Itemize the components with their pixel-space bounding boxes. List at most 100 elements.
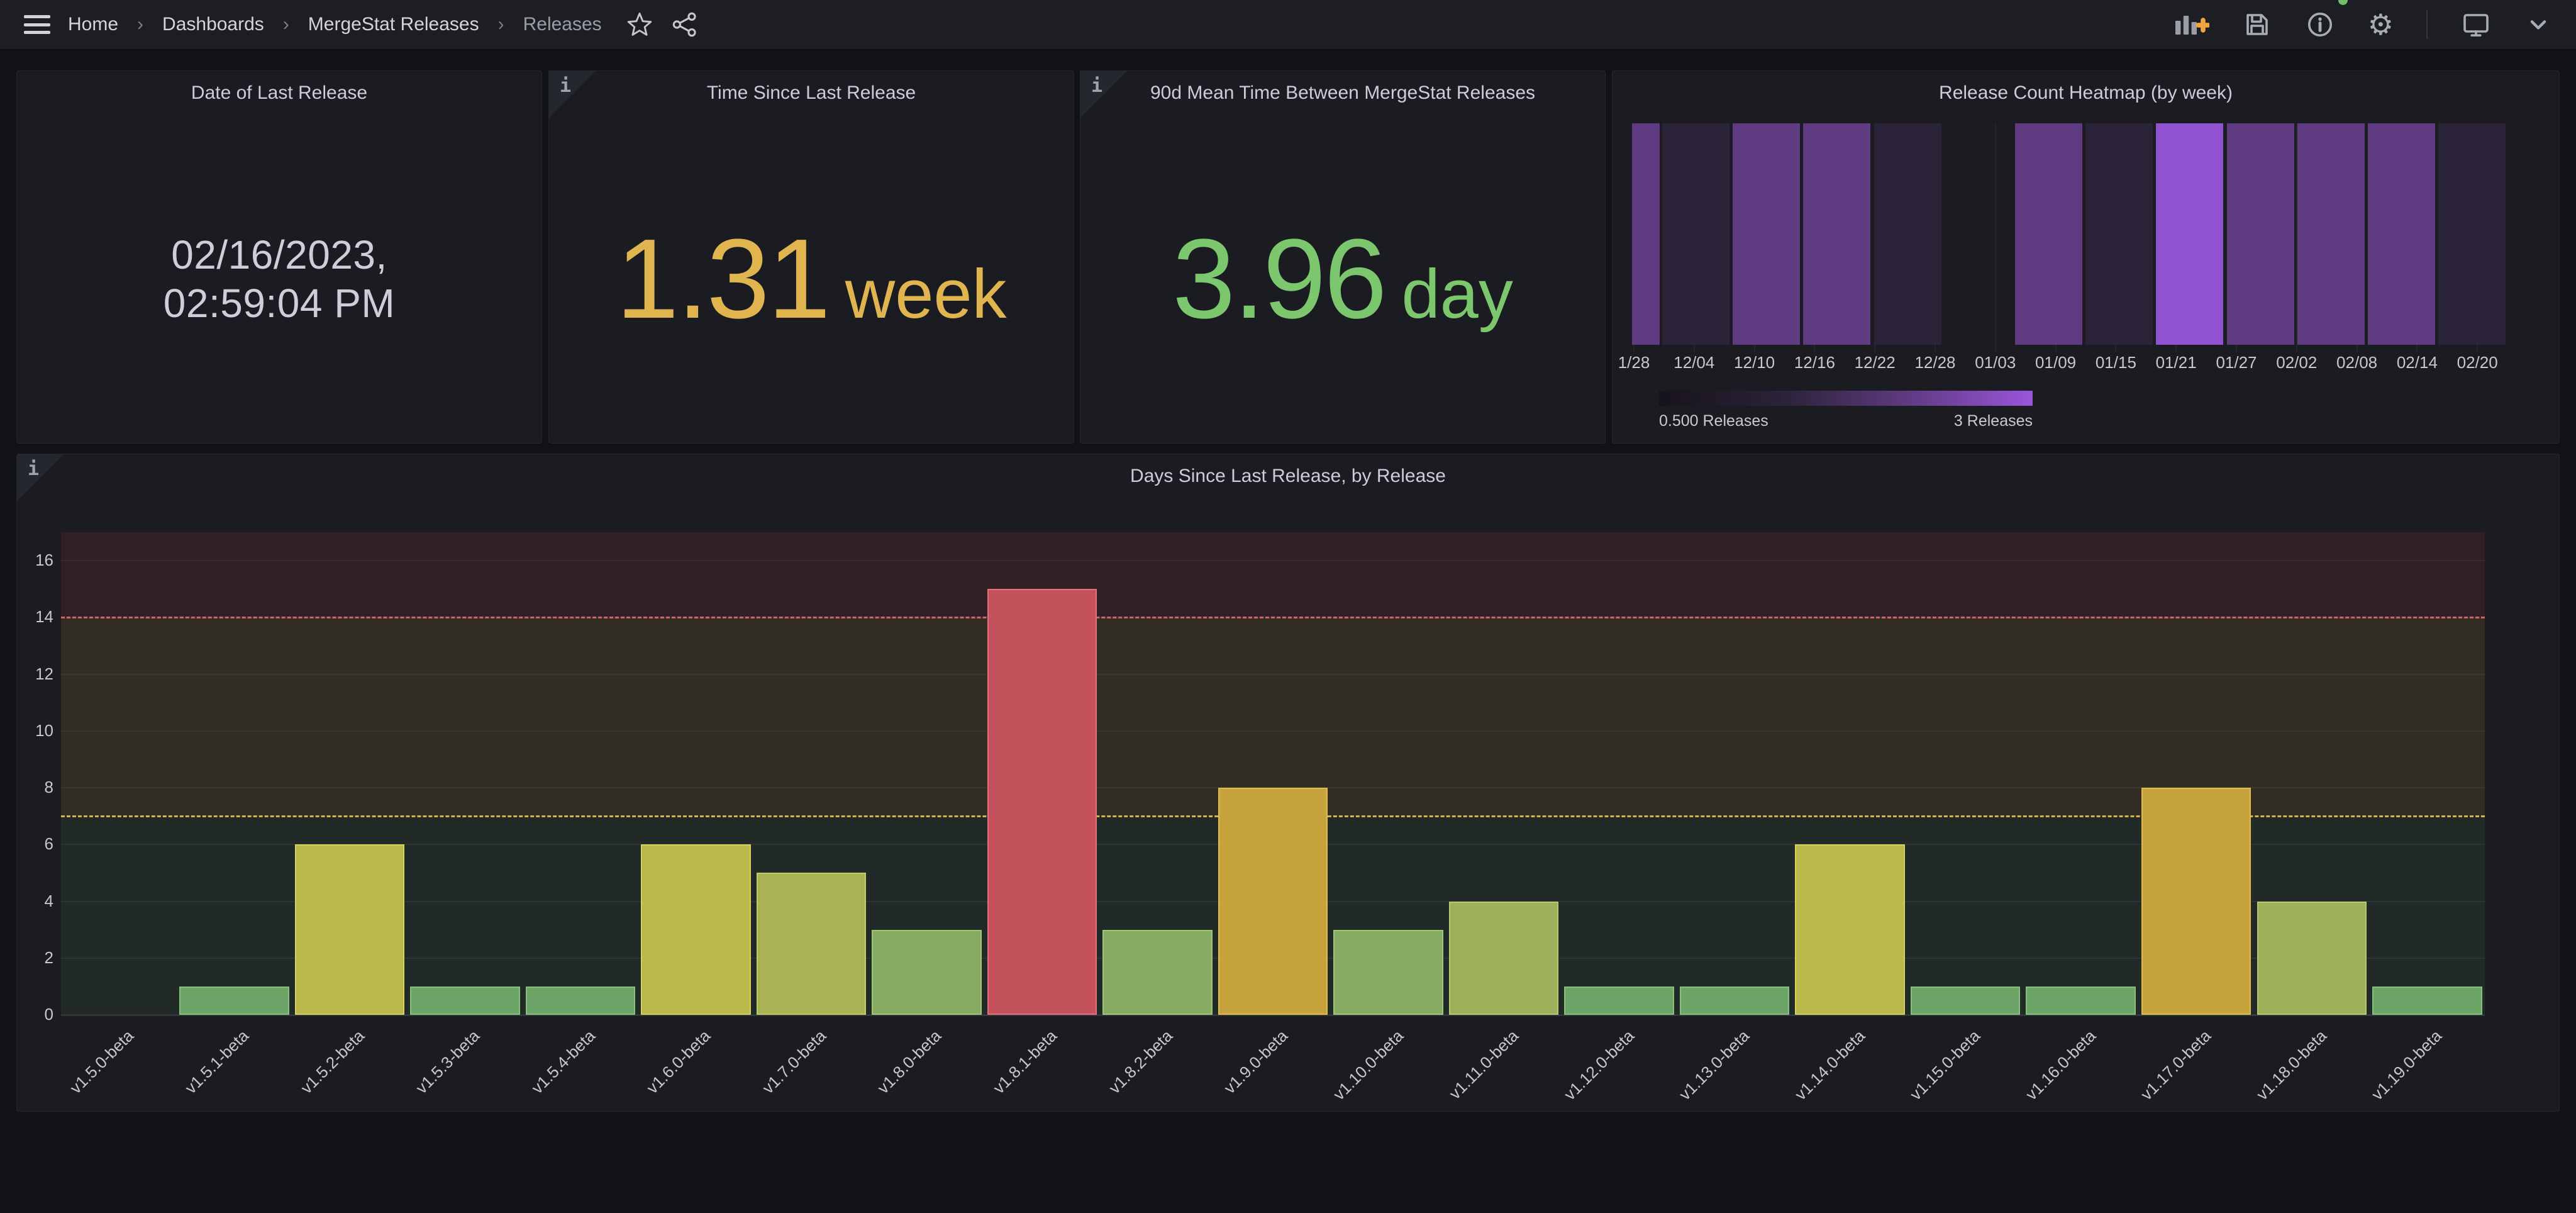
y-gridline — [61, 730, 2485, 732]
x-axis-category-label: v1.17.0-beta — [2099, 1026, 2216, 1112]
panel-release-count-heatmap: Release Count Heatmap (by week) 1/2812/0… — [1612, 70, 2560, 444]
bar[interactable] — [2372, 987, 2482, 1015]
y-axis-tick-label: 0 — [19, 1005, 53, 1024]
bar[interactable] — [987, 589, 1097, 1015]
bar[interactable] — [179, 987, 289, 1015]
x-axis-category-label: v1.5.2-beta — [252, 1026, 369, 1112]
heatmap-cell[interactable] — [2227, 123, 2294, 345]
heatmap-cell[interactable] — [1874, 123, 1941, 345]
y-gridline — [61, 674, 2485, 675]
toolbar-divider — [2426, 10, 2428, 39]
x-axis-baseline — [61, 1015, 2485, 1016]
x-axis-category-label: v1.5.1-beta — [137, 1026, 253, 1112]
y-axis-tick-label: 4 — [19, 892, 53, 911]
breadcrumb-home[interactable]: Home — [68, 14, 118, 35]
cycle-view-icon[interactable] — [2460, 9, 2492, 40]
breadcrumb-current-releases: Releases — [523, 14, 602, 35]
threshold-band — [61, 617, 2485, 816]
bar[interactable] — [410, 987, 520, 1015]
bar[interactable] — [1333, 930, 1443, 1015]
bar[interactable] — [1795, 844, 1905, 1015]
x-axis-category-label: v1.8.1-beta — [945, 1026, 1061, 1112]
bar[interactable] — [1218, 788, 1328, 1015]
threshold-line — [61, 617, 2485, 618]
bar[interactable] — [1449, 902, 1559, 1015]
heatmap-x-tick-label: 02/20 — [2433, 353, 2521, 372]
y-axis-tick-label: 2 — [19, 948, 53, 968]
bar[interactable] — [1564, 987, 1674, 1015]
breadcrumb-separator: › — [136, 14, 145, 35]
x-axis-category-label: v1.15.0-beta — [1868, 1026, 1984, 1112]
info-icon: i — [560, 75, 571, 97]
heatmap-cell[interactable] — [2015, 123, 2082, 345]
add-panel-icon[interactable] — [2174, 9, 2209, 40]
bar[interactable] — [2141, 788, 2251, 1015]
bar[interactable] — [757, 873, 867, 1015]
save-dashboard-icon[interactable] — [2242, 9, 2272, 40]
x-axis-category-label: v1.7.0-beta — [714, 1026, 830, 1112]
breadcrumb-separator: › — [282, 14, 291, 35]
heatmap-cell[interactable] — [1662, 123, 1729, 345]
favorite-star-icon[interactable] — [626, 11, 653, 38]
dashboard-settings-icon[interactable]: ⚙ — [2368, 10, 2394, 39]
panel-time-since-last-release: i Time Since Last Release 1.31week — [548, 70, 1074, 444]
y-axis-tick-label: 14 — [19, 607, 53, 627]
heatmap-cell[interactable] — [1733, 123, 1800, 345]
heatmap-legend-gradient — [1659, 391, 2033, 406]
panel-title[interactable]: Date of Last Release — [55, 82, 504, 104]
stat-date-value: 02/16/2023, 02:59:04 PM — [164, 231, 395, 328]
y-axis-tick-label: 10 — [19, 721, 53, 741]
heatmap-cell[interactable] — [1803, 123, 1870, 345]
stat-value: 3.96day — [1172, 214, 1513, 344]
heatmap-cell[interactable] — [2368, 123, 2435, 345]
bar[interactable] — [641, 844, 751, 1015]
panel-title[interactable]: Time Since Last Release — [587, 82, 1036, 104]
x-axis-category-label: v1.18.0-beta — [2214, 1026, 2331, 1112]
bar[interactable] — [2257, 902, 2367, 1015]
heatmap-cell[interactable] — [2085, 123, 2153, 345]
heatmap-cell[interactable] — [2438, 123, 2506, 345]
x-axis-category-label: v1.8.2-beta — [1060, 1026, 1177, 1112]
top-nav: Home › Dashboards › MergeStat Releases ›… — [0, 0, 2576, 50]
menu-icon[interactable] — [24, 15, 50, 34]
bar[interactable] — [872, 930, 982, 1015]
bar[interactable] — [1680, 987, 1790, 1015]
x-axis-category-label: v1.5.4-beta — [483, 1026, 599, 1112]
panel-title[interactable]: 90d Mean Time Between MergeStat Releases — [1118, 82, 1567, 104]
bar[interactable] — [295, 844, 405, 1015]
dashboard-insights-icon[interactable] — [2305, 9, 2335, 40]
breadcrumb-separator: › — [497, 14, 506, 35]
bar-chart-plot: 0246810121416v1.5.0-betav1.5.1-betav1.5.… — [17, 454, 2559, 1111]
heatmap-legend-min-label: 0.500 Releases — [1659, 412, 1768, 430]
y-axis-tick-label: 6 — [19, 834, 53, 854]
heatmap-cell[interactable] — [2297, 123, 2365, 345]
y-axis-tick-label: 8 — [19, 778, 53, 797]
heatmap-gridline — [1995, 123, 1996, 352]
bar[interactable] — [1911, 987, 2021, 1015]
heatmap-legend-max-label: 3 Releases — [1888, 412, 2033, 430]
breadcrumb-dashboards[interactable]: Dashboards — [162, 14, 264, 35]
x-axis-category-label: v1.16.0-beta — [1984, 1026, 2100, 1112]
y-axis-tick-label: 12 — [19, 664, 53, 684]
breadcrumb-mergestat-releases[interactable]: MergeStat Releases — [308, 14, 479, 35]
x-axis-category-label: v1.8.0-beta — [830, 1026, 946, 1112]
x-axis-category-label: v1.14.0-beta — [1753, 1026, 1869, 1112]
x-axis-category-label: v1.12.0-beta — [1522, 1026, 1638, 1112]
heatmap-cell[interactable] — [1632, 123, 1660, 345]
bar[interactable] — [526, 987, 636, 1015]
x-axis-category-label: v1.10.0-beta — [1291, 1026, 1407, 1112]
share-icon[interactable] — [671, 11, 699, 38]
y-axis-tick-label: 16 — [19, 551, 53, 570]
heatmap-plot: 1/2812/0412/1012/1612/2212/2801/0301/090… — [1613, 71, 2559, 443]
panel-date-of-last-release: Date of Last Release 02/16/2023, 02:59:0… — [16, 70, 542, 444]
x-axis-category-label: v1.6.0-beta — [599, 1026, 715, 1112]
threshold-band — [61, 532, 2485, 617]
panel-90d-mean-time-between-releases: i 90d Mean Time Between MergeStat Releas… — [1080, 70, 1606, 444]
chevron-down-icon[interactable] — [2524, 11, 2552, 38]
x-axis-category-label: v1.11.0-beta — [1406, 1026, 1523, 1112]
heatmap-cell[interactable] — [2156, 123, 2223, 345]
x-axis-category-label: v1.5.3-beta — [368, 1026, 484, 1112]
bar[interactable] — [2026, 987, 2136, 1015]
bar[interactable] — [1102, 930, 1213, 1015]
online-indicator-dot — [2338, 0, 2348, 5]
